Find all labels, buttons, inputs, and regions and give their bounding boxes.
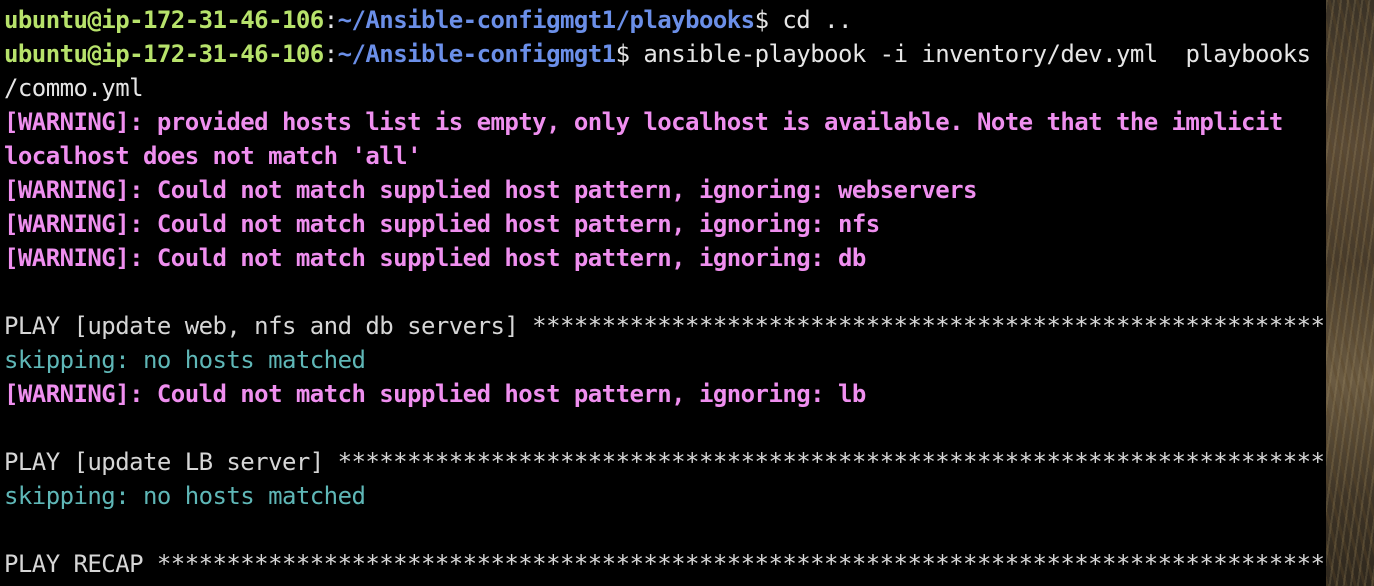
play-header: PLAY [update LB server] ****************…: [4, 448, 1326, 476]
prompt-separator: :: [323, 40, 338, 68]
warning-line: localhost does not match 'all': [4, 142, 422, 170]
desktop-wallpaper: [1326, 0, 1374, 586]
command-text: ansible-playbook -i inventory/dev.yml pl…: [629, 40, 1311, 68]
prompt-path: ~/Ansible-configmgt1/playbooks: [337, 6, 756, 34]
prompt-path: ~/Ansible-configmgt1: [337, 40, 617, 68]
warning-line: [WARNING]: Could not match supplied host…: [4, 210, 880, 238]
prompt-separator: :: [323, 6, 338, 34]
command-continuation: /commo.yml: [4, 74, 144, 102]
warning-line: [WARNING]: Could not match supplied host…: [4, 176, 978, 204]
prompt-user-host: ubuntu@ip-172-31-46-106: [4, 40, 324, 68]
prompt-user-host: ubuntu@ip-172-31-46-106: [4, 6, 324, 34]
screen: ubuntu@ip-172-31-46-106:~/Ansible-config…: [0, 0, 1374, 586]
terminal-window[interactable]: ubuntu@ip-172-31-46-106:~/Ansible-config…: [0, 0, 1326, 586]
prompt-symbol: $: [754, 6, 769, 34]
prompt-symbol: $: [615, 40, 630, 68]
play-recap-header: PLAY RECAP *****************************…: [4, 550, 1326, 578]
command-text: cd ..: [768, 6, 852, 34]
skipping-line: skipping: no hosts matched: [4, 482, 366, 510]
warning-line: [WARNING]: Could not match supplied host…: [4, 380, 866, 408]
prompt-line: ubuntu@ip-172-31-46-106:~/Ansible-config…: [4, 37, 1311, 71]
warning-line: [WARNING]: provided hosts list is empty,…: [4, 108, 1283, 136]
prompt-line: ubuntu@ip-172-31-46-106:~/Ansible-config…: [4, 3, 852, 37]
play-header: PLAY [update web, nfs and db servers] **…: [4, 312, 1326, 340]
skipping-line: skipping: no hosts matched: [4, 346, 366, 374]
warning-line: [WARNING]: Could not match supplied host…: [4, 244, 866, 272]
